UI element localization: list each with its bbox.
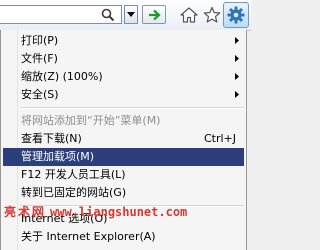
menu-item-file[interactable]: 文件(F) (3, 50, 244, 68)
menu-item-label: 缩放(Z) (100%) (21, 70, 103, 83)
submenu-arrow-icon (235, 91, 239, 98)
submenu-arrow-icon (235, 55, 239, 62)
menu-item-safety[interactable]: 安全(S) (3, 86, 244, 104)
menu-item-print[interactable]: 打印(P) (3, 32, 244, 50)
ie-tools-menu-screenshot: 打印(P) 文件(F) 缩放(Z) (100%) 安全(S) 将网站添加到“开始… (0, 0, 251, 250)
home-icon[interactable] (180, 6, 198, 24)
menu-separator (20, 107, 244, 109)
menu-item-f12-dev-tools[interactable]: F12 开发人员工具(L) (3, 166, 244, 184)
menu-item-shortcut: Ctrl+J (203, 132, 236, 145)
go-arrow-icon (149, 9, 161, 21)
menu-item-manage-addons[interactable]: 管理加载项(M) (3, 148, 244, 166)
favorites-star-icon[interactable] (203, 6, 221, 24)
menu-item-pinned-sites[interactable]: 转到已固定的网站(G) (3, 184, 244, 202)
browser-toolbar (0, 0, 251, 31)
menu-item-add-to-start: 将网站添加到“开始”菜单(M) (3, 112, 244, 130)
menu-item-label: 将网站添加到“开始”菜单(M) (21, 114, 161, 127)
tools-button[interactable] (223, 2, 249, 28)
menu-item-label: 转到已固定的网站(G) (21, 186, 127, 199)
submenu-arrow-icon (235, 73, 239, 80)
watermark: 亮术网 www.liangshunet.com (4, 205, 247, 219)
menu-item-zoom[interactable]: 缩放(Z) (100%) (3, 68, 244, 86)
address-bar[interactable] (0, 5, 122, 24)
menu-item-label: 打印(P) (21, 34, 59, 47)
menu-item-label: 查看下载(N) (21, 132, 82, 145)
menu-item-label: 管理加载项(M) (21, 150, 95, 163)
menu-item-label: 关于 Internet Explorer(A) (21, 230, 156, 243)
search-icon[interactable] (101, 8, 115, 22)
menu-item-about-ie[interactable]: 关于 Internet Explorer(A) (3, 228, 244, 246)
address-dropdown-button[interactable] (124, 5, 138, 24)
menu-item-view-downloads[interactable]: 查看下载(N) Ctrl+J (3, 130, 244, 148)
menu-item-label: 文件(F) (21, 52, 58, 65)
menu-item-label: 安全(S) (21, 88, 59, 101)
submenu-arrow-icon (235, 37, 239, 44)
menu-item-label: F12 开发人员工具(L) (21, 168, 126, 181)
go-button[interactable] (142, 5, 166, 24)
gear-icon (227, 6, 245, 24)
watermark-brand: 亮术网 (4, 205, 47, 219)
watermark-url: www.liangshunet.com (50, 205, 188, 219)
chevron-down-icon (127, 12, 135, 17)
